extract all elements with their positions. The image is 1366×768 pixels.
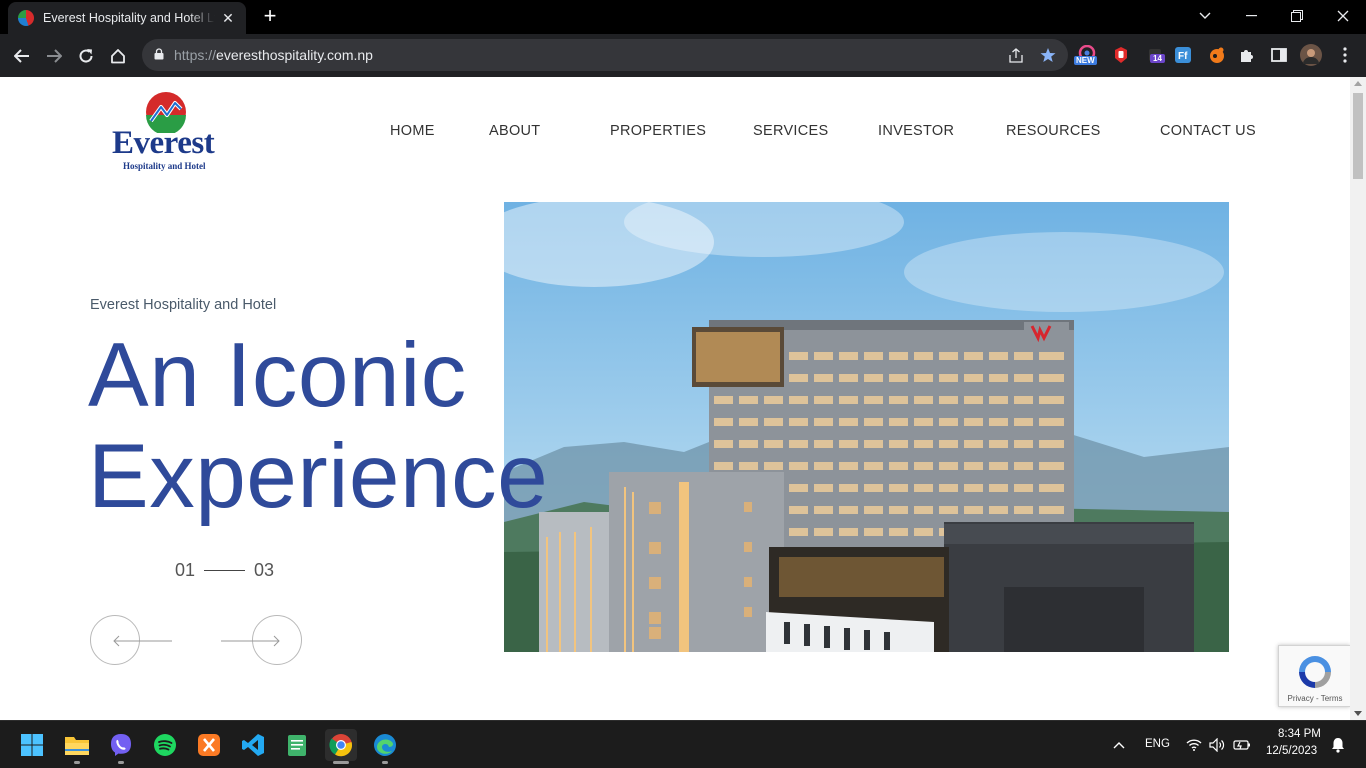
hero-eyebrow: Everest Hospitality and Hotel (90, 297, 277, 313)
nav-resources[interactable]: RESOURCES (1006, 123, 1101, 139)
wifi-icon[interactable] (1185, 737, 1203, 753)
counter-extension-icon[interactable]: 14 (1144, 44, 1166, 66)
url-text: https://everesthospitality.com.np (174, 47, 373, 63)
bookmark-star-icon[interactable] (1038, 45, 1058, 65)
running-indicator (333, 761, 349, 764)
address-bar[interactable]: https://everesthospitality.com.np (142, 39, 1068, 71)
scroll-down-arrow-icon[interactable] (1354, 711, 1362, 716)
site-favicon-icon (18, 10, 34, 26)
pager-divider (204, 570, 246, 571)
browser-tab-strip: Everest Hospitality and Hotel Ltd ✕ + (0, 0, 1366, 34)
lock-icon (154, 48, 164, 60)
font-extension-icon[interactable]: Ff (1172, 44, 1194, 66)
prev-slide-button[interactable] (90, 615, 172, 665)
tab-close-icon[interactable]: ✕ (220, 10, 236, 27)
browser-tab-active[interactable]: Everest Hospitality and Hotel Ltd ✕ (8, 2, 246, 34)
browser-toolbar: https://everesthospitality.com.np NEW 14… (0, 34, 1366, 77)
spotify-icon[interactable] (149, 729, 181, 761)
show-hidden-icons-chevron-icon[interactable] (1110, 737, 1128, 753)
reload-icon[interactable] (72, 42, 100, 70)
edge-icon[interactable] (369, 729, 401, 764)
recaptcha-icon (1299, 656, 1331, 688)
nav-contact-us[interactable]: CONTACT US (1160, 123, 1256, 139)
battery-icon[interactable] (1233, 737, 1251, 753)
close-window-button[interactable] (1320, 0, 1366, 32)
input-language[interactable]: ENG (1145, 738, 1170, 750)
running-indicator (382, 761, 388, 764)
extensions-puzzle-icon[interactable] (1236, 44, 1258, 66)
hero-title-line-2: Experience (88, 426, 549, 527)
forward-arrow-icon[interactable] (40, 42, 68, 70)
file-explorer-icon[interactable] (61, 729, 93, 764)
tab-title: Everest Hospitality and Hotel Ltd (43, 11, 215, 25)
notepad-icon[interactable] (281, 729, 313, 761)
nav-properties[interactable]: PROPERTIES (610, 123, 706, 139)
scroll-up-arrow-icon[interactable] (1354, 81, 1362, 86)
profile-avatar[interactable] (1300, 44, 1322, 66)
side-panel-icon[interactable] (1268, 44, 1290, 66)
tab-search-dropdown-icon[interactable] (1182, 0, 1228, 32)
slide-current: 01 (175, 560, 196, 580)
next-slide-button[interactable] (221, 615, 302, 665)
back-arrow-icon[interactable] (8, 42, 36, 70)
new-badge: NEW (1074, 56, 1097, 65)
recaptcha-privacy-terms[interactable]: Privacy - Terms (1279, 694, 1350, 703)
slide-pager: 01 03 (175, 560, 274, 581)
chrome-menu-icon[interactable] (1334, 44, 1356, 66)
clock-time[interactable]: 8:34 PM (1278, 728, 1321, 740)
home-icon[interactable] (104, 42, 132, 70)
slide-total: 03 (254, 560, 275, 580)
speed-dial-extension-icon[interactable]: NEW (1074, 44, 1098, 66)
hero-title-line-1: An Iconic (88, 325, 467, 426)
logo-wordmark: Everest (112, 125, 215, 161)
stop-hand-extension-icon[interactable] (1110, 44, 1132, 66)
clock-date[interactable]: 12/5/2023 (1266, 745, 1317, 757)
hero-title: An Iconic Experience (88, 325, 548, 527)
windows-start-icon[interactable] (16, 729, 48, 761)
minimize-button[interactable] (1228, 0, 1274, 32)
nav-about[interactable]: ABOUT (489, 123, 540, 139)
orange-extension-icon[interactable] (1206, 44, 1228, 66)
web-page: Everest Hospitality and Hotel HOME ABOUT… (0, 77, 1350, 720)
logo-tagline: Hospitality and Hotel (123, 161, 206, 171)
arrow-right-icon (221, 635, 280, 647)
running-indicator (118, 761, 124, 764)
nav-services[interactable]: SERVICES (753, 123, 828, 139)
chrome-icon[interactable] (325, 729, 357, 764)
new-tab-button[interactable]: + (258, 4, 282, 28)
nav-home[interactable]: HOME (390, 123, 435, 139)
xampp-icon[interactable] (193, 729, 225, 761)
scroll-thumb[interactable] (1353, 93, 1363, 179)
page-scrollbar[interactable] (1350, 77, 1366, 720)
count-badge: 14 (1150, 54, 1165, 63)
svg-text:Ff: Ff (1178, 51, 1188, 62)
restore-button[interactable] (1274, 0, 1320, 32)
hero-hotel-image (504, 202, 1229, 652)
windows-taskbar: ENG 8:34 PM 12/5/2023 (0, 720, 1366, 768)
site-logo[interactable]: Everest Hospitality and Hotel (110, 91, 230, 173)
recaptcha-badge[interactable]: Privacy - Terms (1278, 645, 1350, 707)
nav-investor[interactable]: INVESTOR (878, 123, 954, 139)
arrow-left-icon (113, 635, 172, 647)
notification-bell-icon[interactable] (1329, 737, 1347, 753)
volume-icon[interactable] (1208, 737, 1226, 753)
share-icon[interactable] (1006, 45, 1026, 65)
vscode-icon[interactable] (237, 729, 269, 761)
viber-icon[interactable] (105, 729, 137, 764)
running-indicator (74, 761, 80, 764)
